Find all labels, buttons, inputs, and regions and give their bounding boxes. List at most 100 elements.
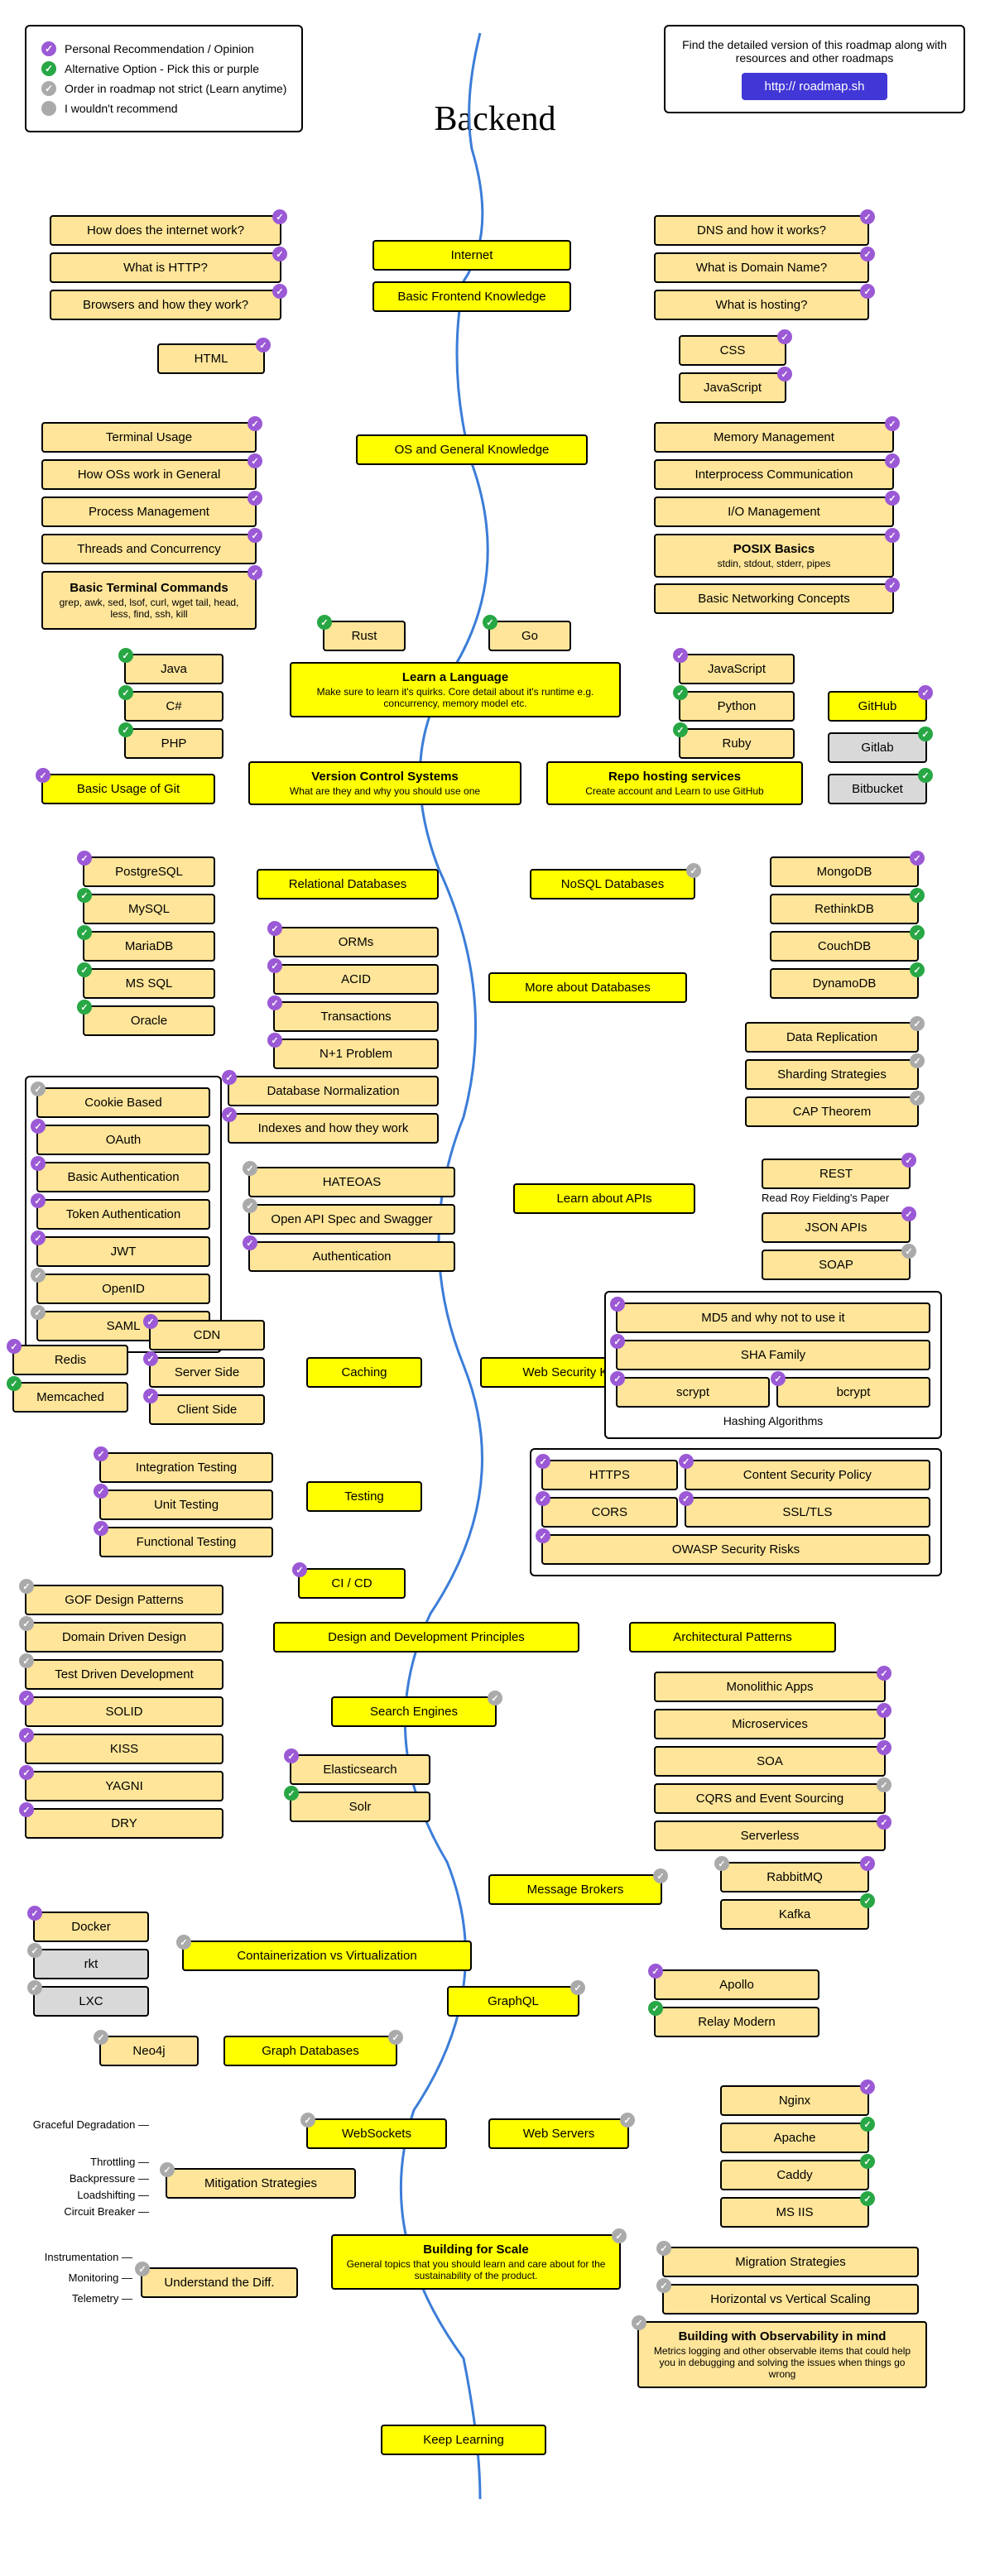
node-more-db[interactable]: More about Databases: [488, 972, 687, 1003]
node-scrypt[interactable]: ✓scrypt: [616, 1377, 770, 1408]
node-cookie[interactable]: ✓Cookie Based: [36, 1087, 210, 1118]
node-solid[interactable]: ✓SOLID: [25, 1696, 223, 1727]
node-md5[interactable]: ✓MD5 and why not to use it: [616, 1302, 930, 1333]
node-postgresql[interactable]: ✓PostgreSQL: [83, 856, 215, 887]
node-process-mgmt[interactable]: ✓Process Management: [41, 496, 257, 527]
node-vcs[interactable]: Version Control SystemsWhat are they and…: [248, 761, 521, 805]
node-msiis[interactable]: ✓MS IIS: [720, 2197, 869, 2228]
node-hateoas[interactable]: ✓HATEOAS: [248, 1167, 455, 1197]
node-tdd[interactable]: ✓Test Driven Development: [25, 1659, 223, 1690]
node-websockets[interactable]: ✓WebSockets: [306, 2118, 447, 2149]
node-soa[interactable]: ✓SOA: [654, 1746, 886, 1777]
roadmap-link[interactable]: http:// roadmap.sh: [742, 73, 888, 100]
node-memcached[interactable]: ✓Memcached: [12, 1382, 128, 1413]
node-go[interactable]: ✓Go: [488, 621, 571, 651]
node-search-engines[interactable]: ✓Search Engines: [331, 1696, 497, 1727]
node-redis[interactable]: ✓Redis: [12, 1345, 128, 1375]
node-understand-diff[interactable]: ✓Understand the Diff.: [141, 2267, 298, 2298]
node-rabbitmq[interactable]: ✓✓RabbitMQ: [720, 1862, 869, 1892]
node-elasticsearch[interactable]: ✓Elasticsearch: [290, 1754, 430, 1785]
node-functional-test[interactable]: ✓Functional Testing: [99, 1527, 273, 1557]
node-terminal[interactable]: ✓Terminal Usage: [41, 422, 257, 453]
node-acid[interactable]: ✓ACID: [273, 964, 439, 995]
node-posix[interactable]: ✓POSIX Basicsstdin, stdout, stderr, pipe…: [654, 534, 894, 578]
node-db-normalization[interactable]: ✓Database Normalization: [228, 1076, 439, 1106]
node-java[interactable]: ✓Java: [124, 654, 223, 684]
node-repo-hosting[interactable]: Repo hosting servicesCreate account and …: [546, 761, 803, 805]
node-what-http[interactable]: ✓What is HTTP?: [50, 252, 281, 283]
node-containerization[interactable]: ✓Containerization vs Virtualization: [182, 1940, 472, 1971]
node-rethinkdb[interactable]: ✓RethinkDB: [770, 894, 919, 924]
node-mariadb[interactable]: ✓MariaDB: [83, 931, 215, 962]
node-transactions[interactable]: ✓Transactions: [273, 1001, 439, 1032]
node-lxc[interactable]: ✓LXC: [33, 1986, 149, 2017]
node-bitbucket[interactable]: ✓Bitbucket: [828, 774, 927, 804]
node-openid[interactable]: ✓OpenID: [36, 1274, 210, 1304]
node-relay[interactable]: ✓Relay Modern: [654, 2007, 819, 2037]
node-horizontal-vertical[interactable]: ✓Horizontal vs Vertical Scaling: [662, 2284, 919, 2315]
node-how-os[interactable]: ✓How OSs work in General: [41, 459, 257, 490]
node-couchdb[interactable]: ✓CouchDB: [770, 931, 919, 962]
node-apache[interactable]: ✓Apache: [720, 2123, 869, 2153]
node-internet[interactable]: Internet: [372, 240, 571, 271]
node-docker[interactable]: ✓Docker: [33, 1912, 149, 1942]
node-observability[interactable]: ✓Building with Observability in mindMetr…: [637, 2321, 927, 2388]
node-ssl[interactable]: ✓SSL/TLS: [685, 1497, 930, 1528]
node-domain-name[interactable]: ✓What is Domain Name?: [654, 252, 869, 283]
node-serverless[interactable]: ✓Serverless: [654, 1820, 886, 1851]
node-mongodb[interactable]: ✓MongoDB: [770, 856, 919, 887]
node-migration[interactable]: ✓Migration Strategies: [662, 2247, 919, 2277]
node-rkt[interactable]: ✓rkt: [33, 1949, 149, 1979]
node-solr[interactable]: ✓Solr: [290, 1792, 430, 1822]
node-basic-auth[interactable]: ✓Basic Authentication: [36, 1162, 210, 1192]
node-neo4j[interactable]: ✓Neo4j: [99, 2036, 199, 2066]
node-token-auth[interactable]: ✓Token Authentication: [36, 1199, 210, 1230]
node-rest[interactable]: ✓REST: [762, 1158, 911, 1189]
node-kafka[interactable]: ✓Kafka: [720, 1899, 869, 1930]
node-yagni[interactable]: ✓YAGNI: [25, 1771, 223, 1801]
node-microservices[interactable]: ✓Microservices: [654, 1709, 886, 1739]
node-building-scale[interactable]: ✓Building for ScaleGeneral topics that y…: [331, 2234, 621, 2290]
node-csharp[interactable]: ✓C#: [124, 691, 223, 722]
node-dns[interactable]: ✓DNS and how it works?: [654, 215, 869, 246]
node-ddd[interactable]: ✓Domain Driven Design: [25, 1622, 223, 1653]
node-gof[interactable]: ✓GOF Design Patterns: [25, 1585, 223, 1615]
node-memory-mgmt[interactable]: ✓Memory Management: [654, 422, 894, 453]
node-orms[interactable]: ✓ORMs: [273, 927, 439, 957]
node-caching[interactable]: Caching: [306, 1357, 422, 1388]
node-js[interactable]: ✓JavaScript: [679, 372, 786, 403]
node-github[interactable]: ✓GitHub: [828, 691, 927, 722]
node-indexes[interactable]: ✓Indexes and how they work: [228, 1113, 439, 1144]
node-cdn[interactable]: ✓CDN: [149, 1320, 265, 1350]
node-mysql[interactable]: ✓MySQL: [83, 894, 215, 924]
node-python[interactable]: ✓Python: [679, 691, 795, 722]
node-mssql[interactable]: ✓MS SQL: [83, 968, 215, 999]
node-server-side[interactable]: ✓Server Side: [149, 1357, 265, 1388]
node-dry[interactable]: ✓DRY: [25, 1808, 223, 1839]
node-arch-patterns[interactable]: Architectural Patterns: [629, 1622, 836, 1653]
node-integration-test[interactable]: ✓Integration Testing: [99, 1452, 273, 1483]
node-monolithic[interactable]: ✓Monolithic Apps: [654, 1672, 886, 1702]
node-authentication[interactable]: ✓Authentication: [248, 1241, 455, 1272]
node-dynamodb[interactable]: ✓DynamoDB: [770, 968, 919, 999]
node-cicd[interactable]: ✓CI / CD: [298, 1568, 406, 1599]
node-how-internet[interactable]: ✓How does the internet work?: [50, 215, 281, 246]
node-openapi[interactable]: ✓Open API Spec and Swagger: [248, 1204, 455, 1235]
node-gitlab[interactable]: ✓Gitlab: [828, 732, 927, 763]
node-learn-language[interactable]: Learn a LanguageMake sure to learn it's …: [290, 662, 621, 717]
node-soap[interactable]: ✓SOAP: [762, 1250, 911, 1280]
node-cap[interactable]: ✓CAP Theorem: [745, 1096, 919, 1127]
node-io-mgmt[interactable]: ✓I/O Management: [654, 496, 894, 527]
node-cors[interactable]: ✓CORS: [541, 1497, 678, 1528]
node-testing[interactable]: Testing: [306, 1481, 422, 1512]
node-css[interactable]: ✓CSS: [679, 335, 786, 366]
node-sharding[interactable]: ✓Sharding Strategies: [745, 1059, 919, 1090]
node-jwt[interactable]: ✓JWT: [36, 1236, 210, 1267]
node-oracle[interactable]: ✓Oracle: [83, 1005, 215, 1036]
node-ruby[interactable]: ✓Ruby: [679, 728, 795, 759]
node-csp[interactable]: ✓Content Security Policy: [685, 1460, 930, 1490]
node-nginx[interactable]: ✓Nginx: [720, 2085, 869, 2116]
node-html[interactable]: ✓HTML: [157, 343, 265, 374]
node-graph-db[interactable]: ✓Graph Databases: [223, 2036, 397, 2066]
node-mitigation[interactable]: ✓Mitigation Strategies: [166, 2168, 356, 2199]
